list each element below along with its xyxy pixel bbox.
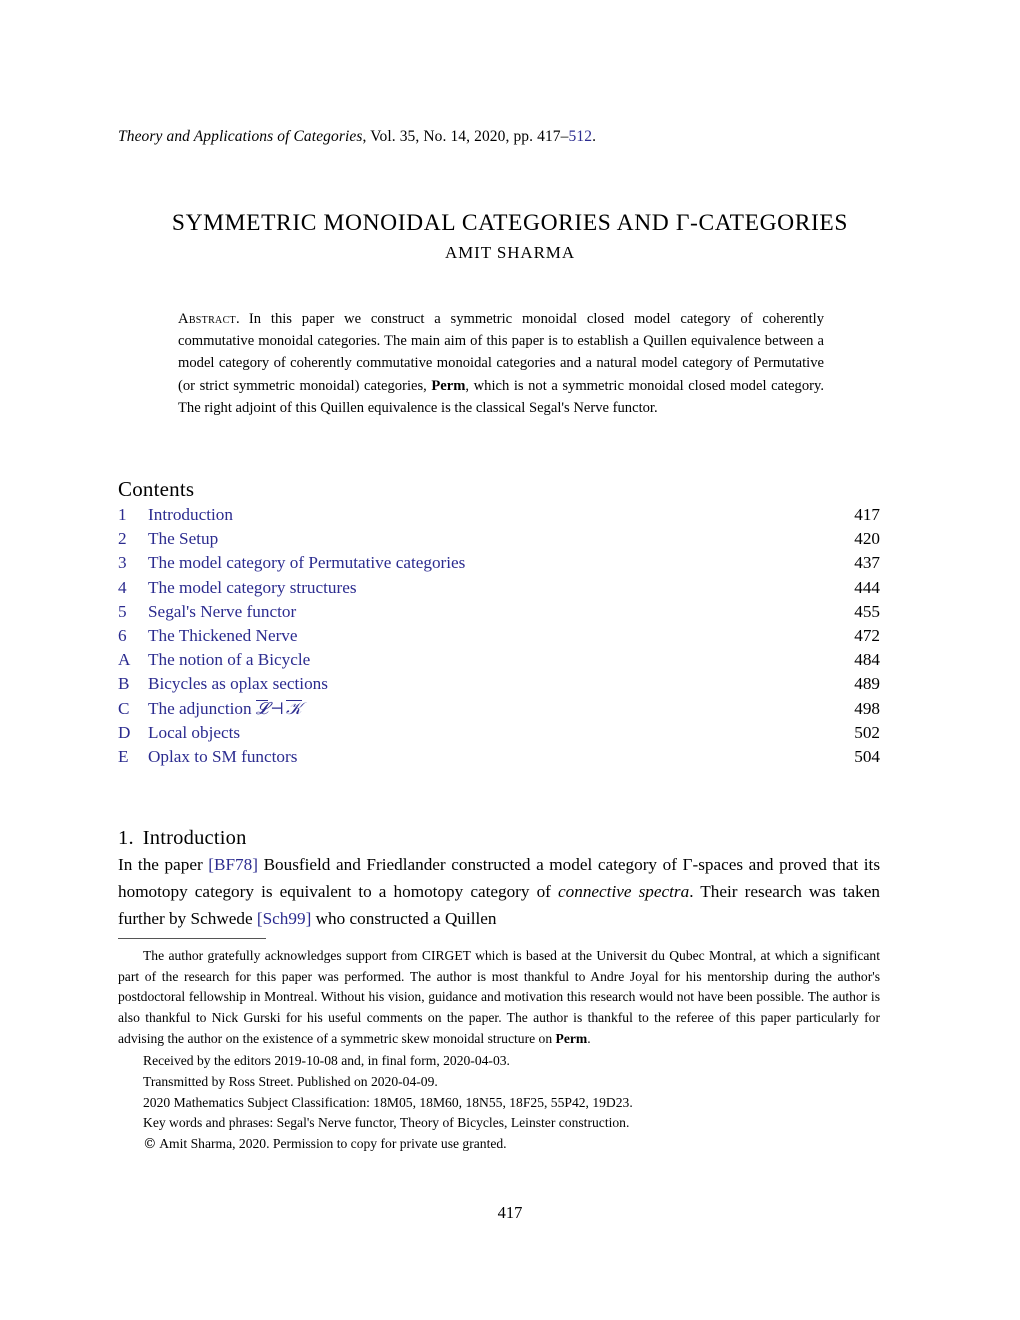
toc-page-number: 420 [854,529,880,549]
section-heading-introduction: 1. Introduction [118,827,247,850]
par-segment-1: In the paper [118,855,209,874]
abstract-block: Abstract. In this paper we construct a sy… [178,308,824,419]
math-script-l: 𝓛 [255,698,269,719]
toc-number[interactable]: A [118,650,138,670]
toc-number[interactable]: C [118,699,138,719]
introduction-paragraph: In the paper [BF78] Bousfield and Friedl… [118,852,880,932]
toc-page-number: 498 [854,698,880,718]
ack-part-1: The author gratefully acknowledges suppo… [118,948,880,1046]
par-segment-4: who constructed a Quillen [311,908,497,928]
journal-line-period: . [592,128,597,145]
toc-entry-d[interactable]: D Local objects 502 [118,723,880,747]
toc-page-number: 484 [854,650,880,670]
math-left-tack: ⊣ [270,698,284,718]
toc-page-number: 455 [854,601,880,621]
ack-part-2: . [587,1030,591,1046]
toc-page-number: 444 [854,577,880,597]
abstract-label: Abstract. [178,311,240,327]
toc-label[interactable]: Segal's Nerve functor [148,602,296,622]
citation-bf78[interactable]: [BF78] [208,855,258,874]
document-page: Theory and Applications of Categories, V… [0,0,1020,1320]
toc-number[interactable]: 1 [118,505,138,525]
toc-label[interactable]: Introduction [148,505,233,525]
toc-page-number: 504 [854,746,880,766]
toc-label[interactable]: The adjunction 𝓛 ⊣ 𝒦 [148,699,302,719]
toc-label[interactable]: The model category structures [148,578,357,598]
toc-label-text: The adjunction [148,698,252,718]
toc-entry-b[interactable]: B Bicycles as oplax sections 489 [118,674,880,698]
transmitted-line: Transmitted by Ross Street. Published on… [143,1073,438,1089]
toc-number[interactable]: 3 [118,553,138,573]
copyright-text: Amit Sharma, 2020. Permission to copy fo… [156,1135,507,1151]
toc-number[interactable]: 6 [118,626,138,646]
msc-line: 2020 Mathematics Subject Classification:… [143,1094,633,1110]
paper-author: AMIT SHARMA [444,243,576,262]
keywords-line: Key words and phrases: Segal's Nerve fun… [143,1115,630,1131]
toc-page-number: 417 [854,505,880,524]
toc-page-number: 502 [854,722,880,742]
toc-entry-4[interactable]: 4 The model category structures 444 [118,578,880,602]
toc-number[interactable]: 2 [118,529,138,549]
footnote-separator-rule [118,938,266,940]
section-number: 1. [118,827,134,849]
toc-entry-1[interactable]: 1 Introduction 417 [118,505,880,529]
copyright-line: © Amit Sharma, 2020. Permission to copy … [118,1134,880,1155]
journal-header-line: Theory and Applications of Categories, V… [118,128,596,146]
copyright-icon: © [143,1135,157,1152]
toc-entry-2[interactable]: 2 The Setup 420 [118,529,880,553]
journal-name: Theory and Applications of Categories [118,128,363,145]
par-italic-connective-spectra: connective spectra [558,881,690,901]
toc-page-number: 489 [854,674,880,694]
toc-entry-5[interactable]: 5 Segal's Nerve functor 455 [118,602,880,626]
toc-page-number: 472 [854,625,880,645]
toc-page-number: 437 [854,553,880,573]
toc-number[interactable]: 4 [118,578,138,598]
toc-label[interactable]: The model category of Permutative catego… [148,553,465,573]
received-line: Received by the editors 2019-10-08 and, … [143,1053,510,1069]
toc-label[interactable]: Local objects [148,723,240,743]
abstract-bold-term: Perm [431,377,466,394]
table-of-contents: 1 Introduction 417 2 The Setup 420 3 The… [118,505,880,771]
toc-number[interactable]: 5 [118,602,138,622]
toc-number[interactable]: B [118,674,138,694]
journal-volume-info: , Vol. 35, No. 14, 2020, pp. 417– [362,128,569,145]
toc-label[interactable]: Oplax to SM functors [148,747,297,767]
math-script-k: 𝒦 [286,698,302,719]
contents-heading: Contents [118,477,195,502]
section-title: Introduction [142,827,247,849]
toc-number[interactable]: E [118,747,138,767]
journal-page-range-link[interactable]: 512 [569,128,593,145]
footnote-metadata-lines: Received by the editors 2019-10-08 and, … [118,1051,880,1154]
citation-sch99[interactable]: [Sch99] [257,909,311,928]
toc-label[interactable]: The Setup [148,529,218,549]
toc-entry-e[interactable]: E Oplax to SM functors 504 [118,747,880,771]
ack-bold-perm: Perm [555,1030,588,1046]
toc-number[interactable]: D [118,723,138,743]
toc-entry-6[interactable]: 6 The Thickened Nerve 472 [118,626,880,650]
toc-label[interactable]: Bicycles as oplax sections [148,674,328,694]
toc-label[interactable]: The notion of a Bicycle [148,650,310,670]
acknowledgement-text: The author gratefully acknowledges suppo… [118,946,880,1049]
toc-entry-3[interactable]: 3 The model category of Permutative cate… [118,553,880,577]
toc-entry-c[interactable]: C The adjunction 𝓛 ⊣ 𝒦 498 [118,699,880,723]
toc-entry-a[interactable]: A The notion of a Bicycle 484 [118,650,880,674]
toc-label[interactable]: The Thickened Nerve [148,626,298,646]
footnote-block: The author gratefully acknowledges suppo… [118,946,880,1155]
page-number-folio: 417 [497,1203,523,1222]
page-title: SYMMETRIC MONOIDAL CATEGORIES AND Γ-CATE… [171,209,849,236]
